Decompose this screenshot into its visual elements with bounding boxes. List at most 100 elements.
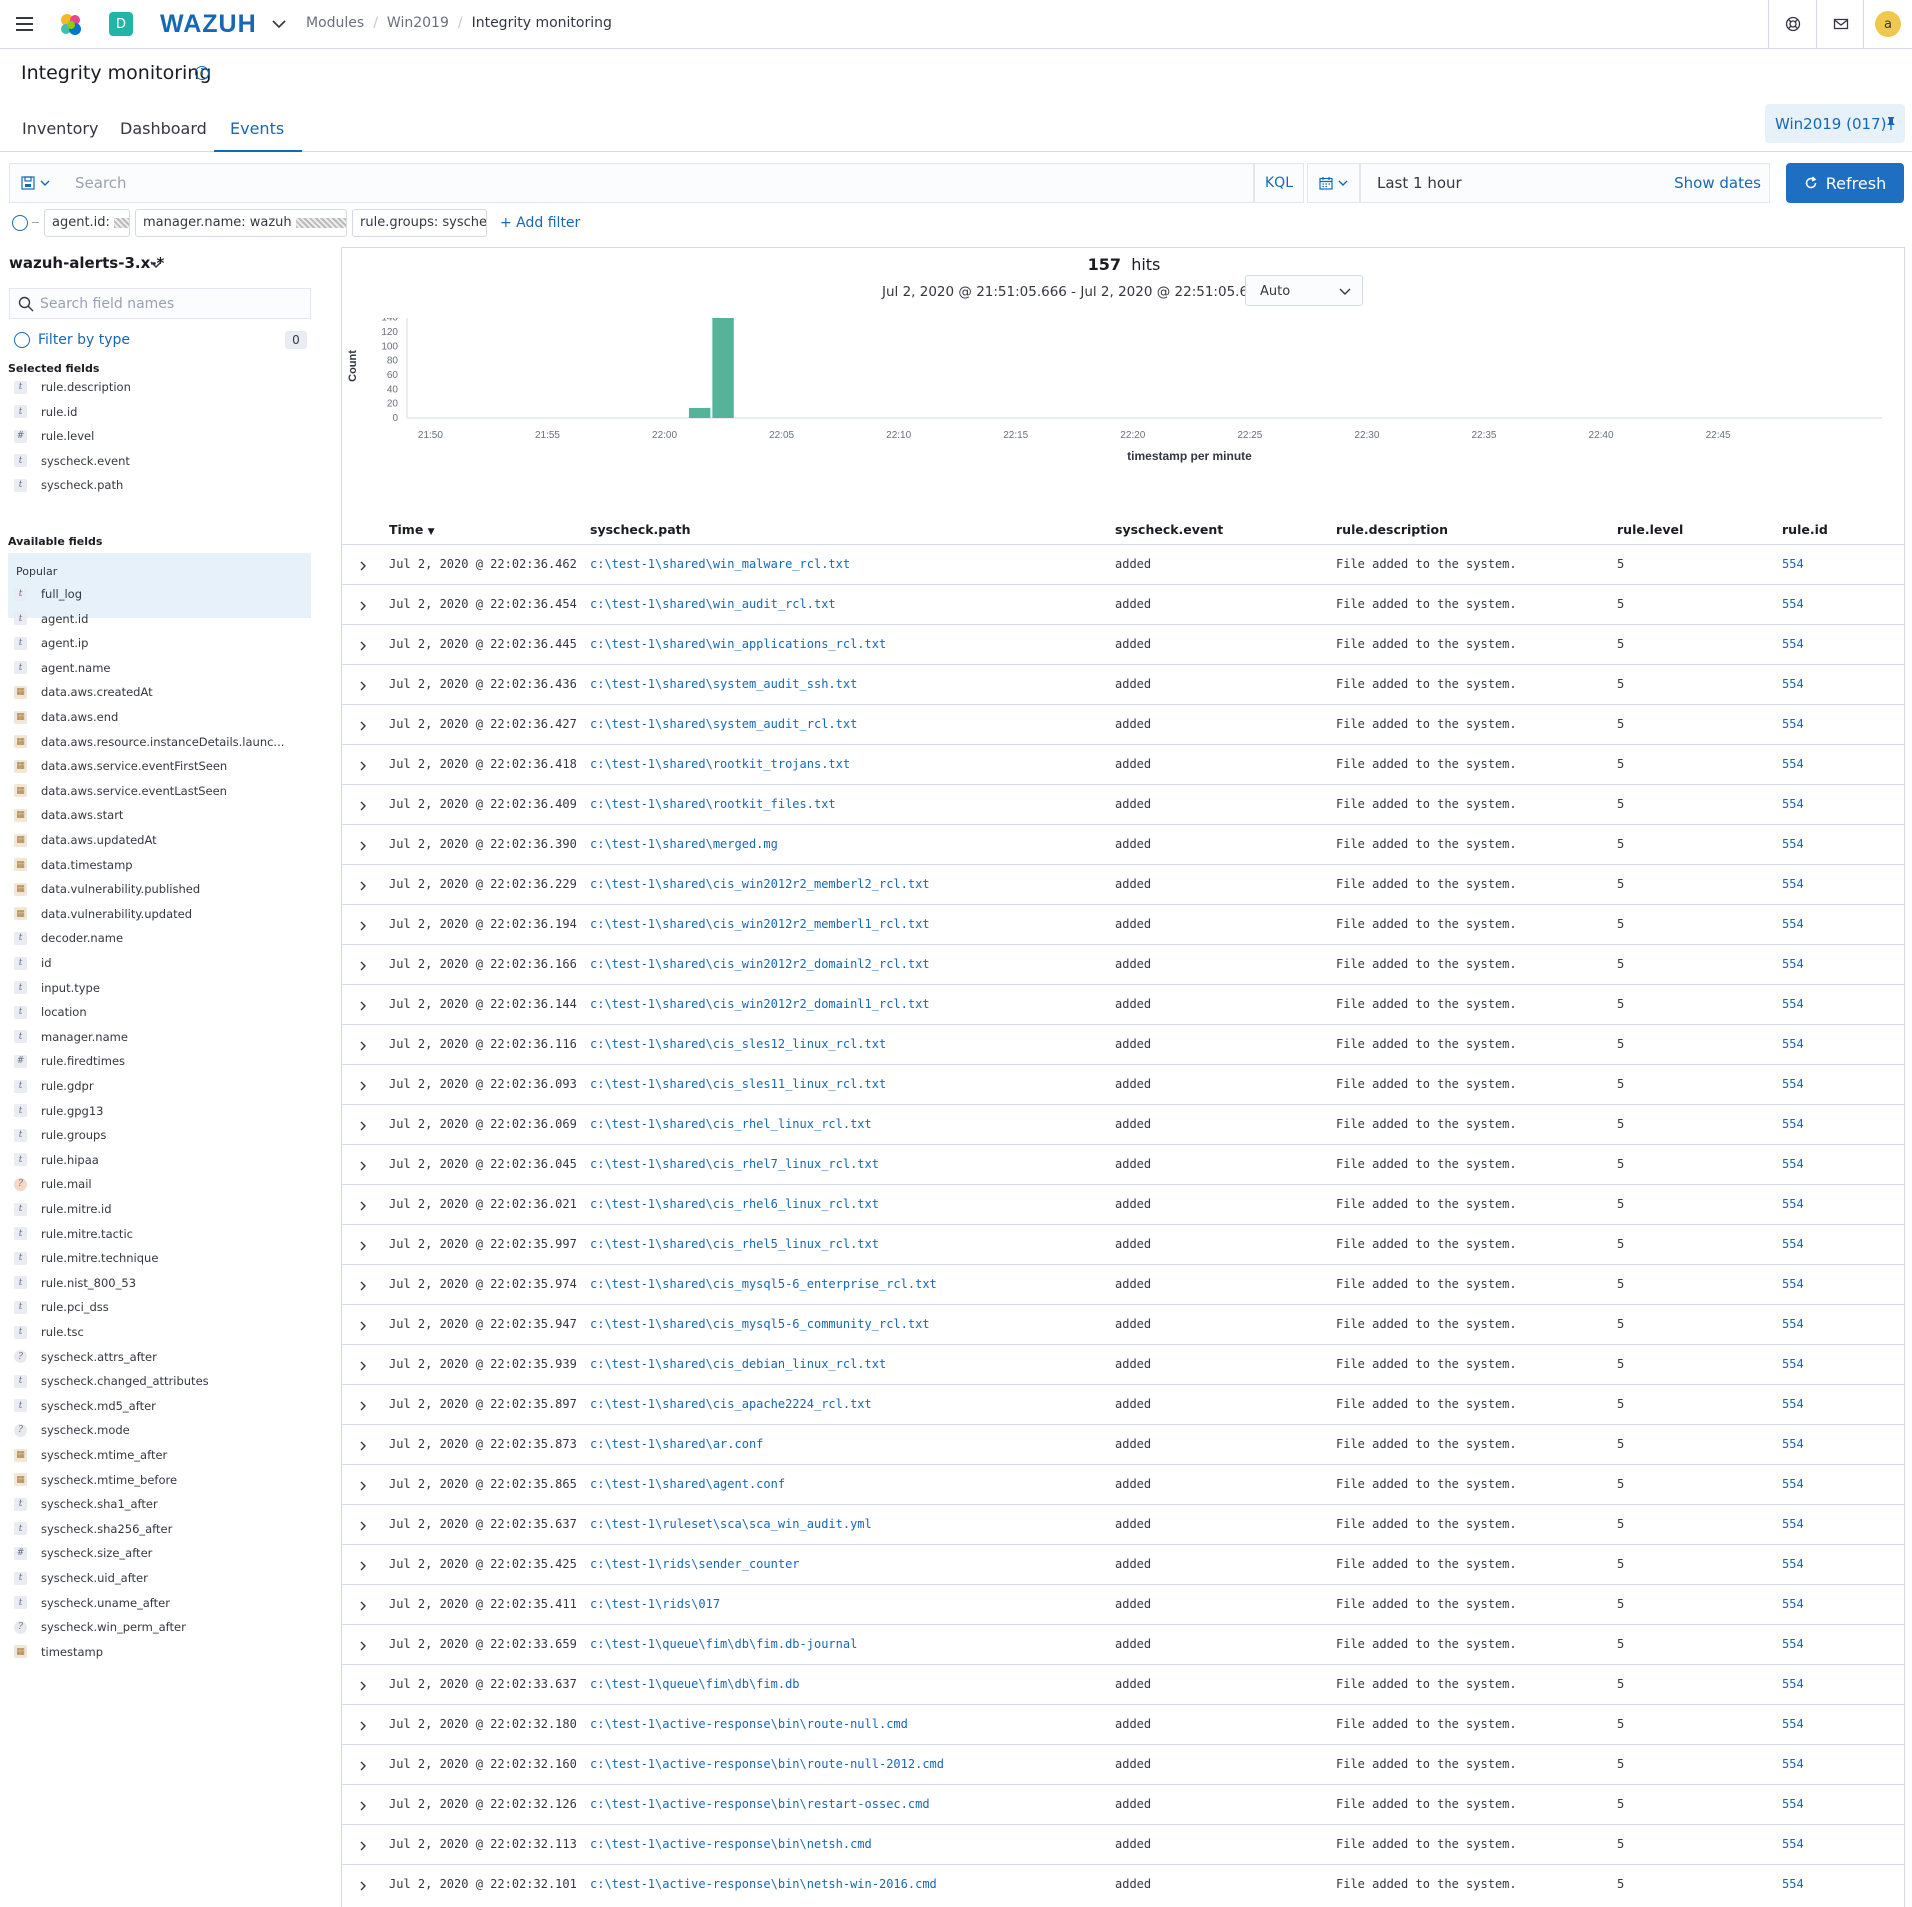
expand-chevron-icon[interactable] bbox=[356, 1238, 370, 1252]
expand-chevron-icon[interactable] bbox=[356, 1598, 370, 1612]
cell-rule-id[interactable]: 554 bbox=[1782, 557, 1804, 571]
cell-syscheck-path[interactable]: c:\test-1\active-response\bin\route-null… bbox=[590, 1717, 908, 1731]
field-item-location[interactable]: t location bbox=[14, 1002, 314, 1022]
time-range-display[interactable]: Last 1 hour Show dates bbox=[1360, 163, 1770, 203]
expand-chevron-icon[interactable] bbox=[356, 1838, 370, 1852]
cell-rule-id[interactable]: 554 bbox=[1782, 1757, 1804, 1771]
field-item-data-aws-start[interactable]: ▦ data.aws.start bbox=[14, 805, 314, 825]
expand-chevron-icon[interactable] bbox=[356, 1198, 370, 1212]
cell-syscheck-path[interactable]: c:\test-1\shared\win_malware_rcl.txt bbox=[590, 557, 850, 571]
info-icon[interactable]: i bbox=[195, 66, 209, 80]
expand-chevron-icon[interactable] bbox=[356, 1158, 370, 1172]
cell-syscheck-path[interactable]: c:\test-1\rids\sender_counter bbox=[590, 1557, 800, 1571]
cell-syscheck-path[interactable]: c:\test-1\shared\win_audit_rcl.txt bbox=[590, 597, 836, 611]
cell-syscheck-path[interactable]: c:\test-1\shared\cis_apache2224_rcl.txt bbox=[590, 1397, 872, 1411]
cell-rule-id[interactable]: 554 bbox=[1782, 1277, 1804, 1291]
field-item-syscheck-uname-after[interactable]: t syscheck.uname_after bbox=[14, 1593, 314, 1613]
cell-syscheck-path[interactable]: c:\test-1\shared\win_applications_rcl.tx… bbox=[590, 637, 886, 651]
expand-chevron-icon[interactable] bbox=[356, 1798, 370, 1812]
field-item-data-aws-updatedat[interactable]: ▦ data.aws.updatedAt bbox=[14, 830, 314, 850]
cell-rule-id[interactable]: 554 bbox=[1782, 1117, 1804, 1131]
field-item-rule-pci-dss[interactable]: t rule.pci_dss bbox=[14, 1297, 314, 1317]
field-item-id[interactable]: t id bbox=[14, 953, 314, 973]
quick-select-button[interactable] bbox=[1307, 163, 1360, 203]
cell-syscheck-path[interactable]: c:\test-1\shared\rootkit_files.txt bbox=[590, 797, 836, 811]
cell-rule-id[interactable]: 554 bbox=[1782, 1357, 1804, 1371]
expand-chevron-icon[interactable] bbox=[356, 638, 370, 652]
agent-selector-pill[interactable]: Win2019 (017) bbox=[1765, 104, 1905, 143]
field-item-data-aws-service-eventlastseen[interactable]: ▦ data.aws.service.eventLastSeen bbox=[14, 781, 314, 801]
field-item-syscheck-mode[interactable]: ? syscheck.mode bbox=[14, 1420, 314, 1440]
breadcrumb-modules[interactable]: Modules bbox=[306, 15, 364, 31]
interval-select[interactable]: Auto bbox=[1245, 275, 1363, 306]
field-item-timestamp[interactable]: ▦ timestamp bbox=[14, 1642, 314, 1662]
field-item-syscheck-win-perm-after[interactable]: ? syscheck.win_perm_after bbox=[14, 1617, 314, 1637]
breadcrumb-agent[interactable]: Win2019 bbox=[387, 15, 449, 31]
show-dates-link[interactable]: Show dates bbox=[1674, 174, 1761, 192]
filter-pill-rule-groups[interactable]: rule.groups: syscheck bbox=[352, 209, 487, 237]
refresh-button[interactable]: Refresh bbox=[1786, 163, 1904, 203]
cell-rule-id[interactable]: 554 bbox=[1782, 1597, 1804, 1611]
field-item-agent-name[interactable]: t agent.name bbox=[14, 658, 314, 678]
expand-chevron-icon[interactable] bbox=[356, 1518, 370, 1532]
filter-options-icon[interactable] bbox=[12, 215, 28, 231]
expand-chevron-icon[interactable] bbox=[356, 958, 370, 972]
field-item-manager-name[interactable]: t manager.name bbox=[14, 1027, 314, 1047]
expand-chevron-icon[interactable] bbox=[356, 918, 370, 932]
filter-pill-manager-name[interactable]: manager.name: wazuh bbox=[135, 209, 347, 237]
field-item-rule-tsc[interactable]: t rule.tsc bbox=[14, 1322, 314, 1342]
expand-chevron-icon[interactable] bbox=[356, 1758, 370, 1772]
field-item-syscheck-event[interactable]: t syscheck.event bbox=[14, 451, 314, 471]
field-item-data-aws-createdat[interactable]: ▦ data.aws.createdAt bbox=[14, 682, 314, 702]
field-item-data-vulnerability-published[interactable]: ▦ data.vulnerability.published bbox=[14, 879, 314, 899]
cell-syscheck-path[interactable]: c:\test-1\shared\cis_win2012r2_memberl1_… bbox=[590, 917, 930, 931]
index-pattern-selector[interactable]: wazuh-alerts-3.x-* bbox=[9, 254, 164, 272]
expand-chevron-icon[interactable] bbox=[356, 598, 370, 612]
saved-queries-button[interactable] bbox=[9, 163, 62, 203]
cell-rule-id[interactable]: 554 bbox=[1782, 1037, 1804, 1051]
field-item-syscheck-sha1-after[interactable]: t syscheck.sha1_after bbox=[14, 1494, 314, 1514]
cell-syscheck-path[interactable]: c:\test-1\shared\system_audit_ssh.txt bbox=[590, 677, 857, 691]
expand-chevron-icon[interactable] bbox=[356, 798, 370, 812]
field-item-rule-mitre-technique[interactable]: t rule.mitre.technique bbox=[14, 1248, 314, 1268]
cell-syscheck-path[interactable]: c:\test-1\shared\ar.conf bbox=[590, 1437, 763, 1451]
cell-rule-id[interactable]: 554 bbox=[1782, 1077, 1804, 1091]
cell-rule-id[interactable]: 554 bbox=[1782, 1877, 1804, 1891]
field-search-input[interactable]: Search field names bbox=[9, 288, 311, 319]
elastic-logo-icon[interactable] bbox=[58, 12, 84, 38]
chevron-down-icon[interactable] bbox=[270, 15, 288, 33]
field-item-data-aws-end[interactable]: ▦ data.aws.end bbox=[14, 707, 314, 727]
user-menu-button[interactable]: a bbox=[1863, 0, 1912, 48]
cell-syscheck-path[interactable]: c:\test-1\shared\rootkit_trojans.txt bbox=[590, 757, 850, 771]
expand-chevron-icon[interactable] bbox=[356, 1318, 370, 1332]
field-item-syscheck-mtime-before[interactable]: ▦ syscheck.mtime_before bbox=[14, 1470, 314, 1490]
cell-rule-id[interactable]: 554 bbox=[1782, 1397, 1804, 1411]
cell-rule-id[interactable]: 554 bbox=[1782, 1477, 1804, 1491]
field-item-rule-nist-800-53[interactable]: t rule.nist_800_53 bbox=[14, 1273, 314, 1293]
cell-syscheck-path[interactable]: c:\test-1\shared\cis_rhel7_linux_rcl.txt bbox=[590, 1157, 879, 1171]
cell-rule-id[interactable]: 554 bbox=[1782, 637, 1804, 651]
cell-syscheck-path[interactable]: c:\test-1\shared\agent.conf bbox=[590, 1477, 785, 1491]
sort-down-icon[interactable]: ▼ bbox=[428, 527, 435, 537]
expand-chevron-icon[interactable] bbox=[356, 1638, 370, 1652]
field-item-rule-groups[interactable]: t rule.groups bbox=[14, 1125, 314, 1145]
field-item-rule-gdpr[interactable]: t rule.gdpr bbox=[14, 1076, 314, 1096]
field-item-data-aws-resource-instancedetails-launc-[interactable]: ▦ data.aws.resource.instanceDetails.launc… bbox=[14, 732, 314, 752]
expand-chevron-icon[interactable] bbox=[356, 678, 370, 692]
cell-rule-id[interactable]: 554 bbox=[1782, 837, 1804, 851]
help-button[interactable] bbox=[1768, 0, 1817, 48]
cell-rule-id[interactable]: 554 bbox=[1782, 1797, 1804, 1811]
cell-syscheck-path[interactable]: c:\test-1\shared\cis_win2012r2_domainl2_… bbox=[590, 957, 930, 971]
expand-chevron-icon[interactable] bbox=[356, 758, 370, 772]
field-item-syscheck-attrs-after[interactable]: ? syscheck.attrs_after bbox=[14, 1347, 314, 1367]
column-header-time[interactable]: Time ▼ bbox=[389, 522, 435, 537]
cell-syscheck-path[interactable]: c:\test-1\shared\cis_debian_linux_rcl.tx… bbox=[590, 1357, 886, 1371]
cell-syscheck-path[interactable]: c:\test-1\queue\fim\db\fim.db bbox=[590, 1677, 800, 1691]
cell-syscheck-path[interactable]: c:\test-1\queue\fim\db\fim.db-journal bbox=[590, 1637, 857, 1651]
field-item-syscheck-md5-after[interactable]: t syscheck.md5_after bbox=[14, 1396, 314, 1416]
field-item-data-timestamp[interactable]: ▦ data.timestamp bbox=[14, 855, 314, 875]
cell-rule-id[interactable]: 554 bbox=[1782, 597, 1804, 611]
field-item-data-vulnerability-updated[interactable]: ▦ data.vulnerability.updated bbox=[14, 904, 314, 924]
field-item-rule-mitre-tactic[interactable]: t rule.mitre.tactic bbox=[14, 1224, 314, 1244]
cell-rule-id[interactable]: 554 bbox=[1782, 717, 1804, 731]
